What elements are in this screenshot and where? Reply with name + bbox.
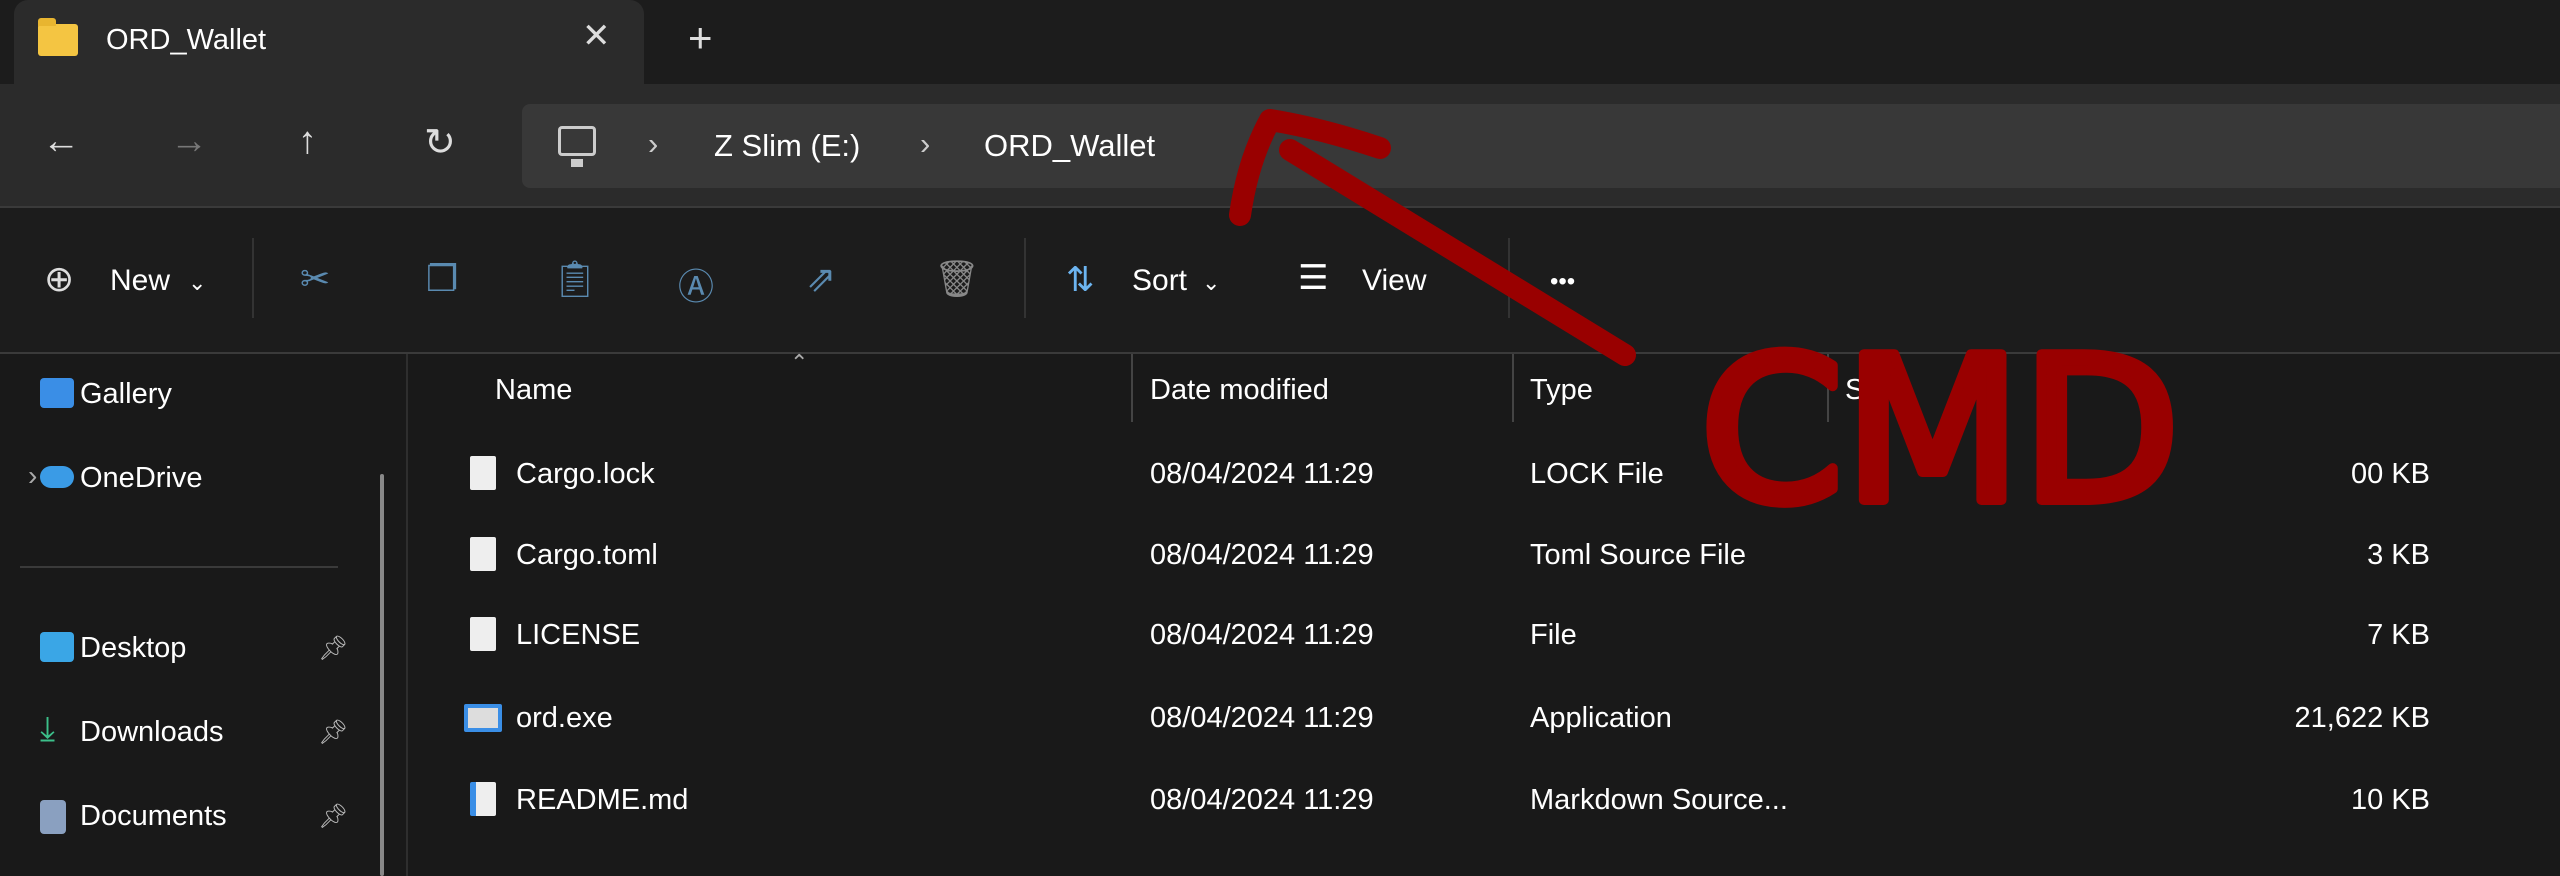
- application-icon: [464, 704, 502, 732]
- column-divider[interactable]: [1131, 354, 1133, 422]
- file-type: LOCK File: [1530, 458, 1664, 490]
- this-pc-icon[interactable]: [558, 126, 596, 167]
- view-icon[interactable]: ☰: [1298, 258, 1328, 298]
- sidebar-item-label: Gallery: [80, 378, 172, 410]
- pin-icon[interactable]: 📌︎: [318, 634, 348, 663]
- file-name: Cargo.lock: [516, 458, 655, 490]
- back-button[interactable]: ←: [42, 120, 80, 163]
- rename-icon[interactable]: Ⓐ: [678, 258, 714, 310]
- sidebar-item-label: Documents: [80, 800, 227, 832]
- refresh-button[interactable]: ↻: [424, 120, 456, 165]
- sidebar-item-label: OneDrive: [80, 462, 203, 494]
- file-row[interactable]: ord.exe 08/04/2024 11:29 Application 21,…: [410, 678, 2560, 758]
- divider: [20, 566, 338, 568]
- sidebar-item-label: Downloads: [80, 716, 224, 748]
- folder-icon: [38, 18, 78, 56]
- sort-ascending-icon: ⌃: [790, 350, 809, 375]
- more-options-button[interactable]: •••: [1550, 268, 1575, 296]
- file-size: 3 KB: [2367, 539, 2430, 571]
- chevron-down-icon[interactable]: ⌄: [1202, 270, 1220, 296]
- column-divider[interactable]: [1512, 354, 1514, 422]
- file-name: LICENSE: [516, 619, 641, 651]
- command-bar: ⊕ New ⌄ ✂ ❐ 📋︎ Ⓐ ⇗ 🗑︎ ⇅ Sort ⌄ ☰ View ••…: [0, 208, 2560, 354]
- new-button[interactable]: New: [110, 264, 170, 298]
- chevron-right-icon[interactable]: ›: [648, 126, 658, 162]
- file-row[interactable]: README.md 08/04/2024 11:29 Markdown Sour…: [410, 760, 2560, 840]
- file-row[interactable]: Cargo.toml 08/04/2024 11:29 Toml Source …: [410, 515, 2560, 595]
- navigation-bar: ← → ↑ ↻ › Z Slim (E:) › ORD_Wallet: [0, 84, 2560, 208]
- share-icon[interactable]: ⇗: [806, 258, 836, 300]
- chevron-down-icon[interactable]: ⌄: [188, 270, 206, 296]
- tab-title: ORD_Wallet: [106, 24, 267, 56]
- up-button[interactable]: ↑: [298, 120, 317, 163]
- file-type: Application: [1530, 702, 1672, 734]
- sidebar-item-label: Desktop: [80, 632, 187, 664]
- file-size: 10 KB: [2351, 784, 2430, 816]
- tab-bar: ORD_Wallet ✕ +: [0, 0, 2560, 84]
- file-date: 08/04/2024 11:29: [1150, 702, 1374, 734]
- expand-chevron-icon[interactable]: ›: [28, 460, 37, 492]
- column-header-date[interactable]: Date modified: [1150, 374, 1329, 442]
- sort-icon[interactable]: ⇅: [1066, 260, 1095, 300]
- forward-button[interactable]: →: [170, 120, 208, 163]
- chevron-right-icon[interactable]: ›: [920, 126, 930, 162]
- breadcrumb-drive[interactable]: Z Slim (E:): [714, 128, 860, 164]
- file-icon: [470, 617, 496, 651]
- breadcrumb-folder[interactable]: ORD_Wallet: [984, 128, 1155, 164]
- delete-icon[interactable]: 🗑︎: [934, 258, 980, 300]
- column-header-size[interactable]: Size: [1845, 374, 1901, 442]
- text-file-icon: [470, 537, 496, 571]
- new-tab-button[interactable]: +: [688, 14, 713, 62]
- pin-icon[interactable]: 📌︎: [318, 802, 348, 831]
- markdown-file-icon: [470, 782, 496, 816]
- copy-icon[interactable]: ❐: [426, 258, 458, 300]
- file-name: README.md: [516, 784, 689, 816]
- divider: [1024, 238, 1026, 318]
- file-row[interactable]: Cargo.lock 08/04/2024 11:29 LOCK File 00…: [410, 434, 2560, 514]
- file-size: 21,622 KB: [2294, 702, 2430, 734]
- document-icon: [40, 800, 66, 834]
- file-type: Markdown Source...: [1530, 784, 1788, 816]
- desktop-icon: [40, 632, 74, 662]
- file-name: ord.exe: [516, 702, 613, 734]
- file-icon: [470, 456, 496, 490]
- sidebar-item-onedrive[interactable]: OneDrive: [40, 462, 203, 495]
- file-date: 08/04/2024 11:29: [1150, 458, 1374, 490]
- sort-button[interactable]: Sort: [1132, 264, 1187, 298]
- column-divider[interactable]: [2038, 354, 2040, 422]
- divider: [252, 238, 254, 318]
- file-date: 08/04/2024 11:29: [1150, 784, 1374, 816]
- download-icon: ⤓: [40, 710, 56, 748]
- view-button[interactable]: View: [1362, 264, 1426, 298]
- navigation-pane: Gallery › OneDrive Desktop 📌︎ ⤓ Download…: [0, 354, 408, 876]
- cloud-icon: [40, 466, 74, 488]
- sidebar-item-gallery[interactable]: Gallery: [40, 378, 172, 411]
- divider: [1508, 238, 1510, 318]
- file-date: 08/04/2024 11:29: [1150, 539, 1374, 571]
- gallery-icon: [40, 378, 74, 408]
- file-date: 08/04/2024 11:29: [1150, 619, 1374, 651]
- file-type: Toml Source File: [1530, 539, 1746, 571]
- sidebar-scrollbar[interactable]: [380, 474, 384, 876]
- pin-icon[interactable]: 📌︎: [318, 718, 348, 747]
- address-bar[interactable]: › Z Slim (E:) › ORD_Wallet: [522, 104, 2560, 188]
- plus-circle-icon[interactable]: ⊕: [44, 258, 74, 300]
- cut-icon[interactable]: ✂: [300, 258, 330, 300]
- file-type: File: [1530, 619, 1577, 651]
- column-divider[interactable]: [1827, 354, 1829, 422]
- file-size: 00 KB: [2351, 458, 2430, 490]
- close-icon[interactable]: ✕: [582, 16, 611, 56]
- file-row[interactable]: LICENSE 08/04/2024 11:29 File 7 KB: [410, 595, 2560, 675]
- file-name: Cargo.toml: [516, 539, 658, 571]
- column-header-name[interactable]: Name: [495, 374, 572, 442]
- column-header-type[interactable]: Type: [1530, 374, 1593, 442]
- paste-icon[interactable]: 📋︎: [552, 258, 598, 300]
- file-size: 7 KB: [2367, 619, 2430, 651]
- tab-ord-wallet[interactable]: ORD_Wallet ✕: [14, 0, 644, 84]
